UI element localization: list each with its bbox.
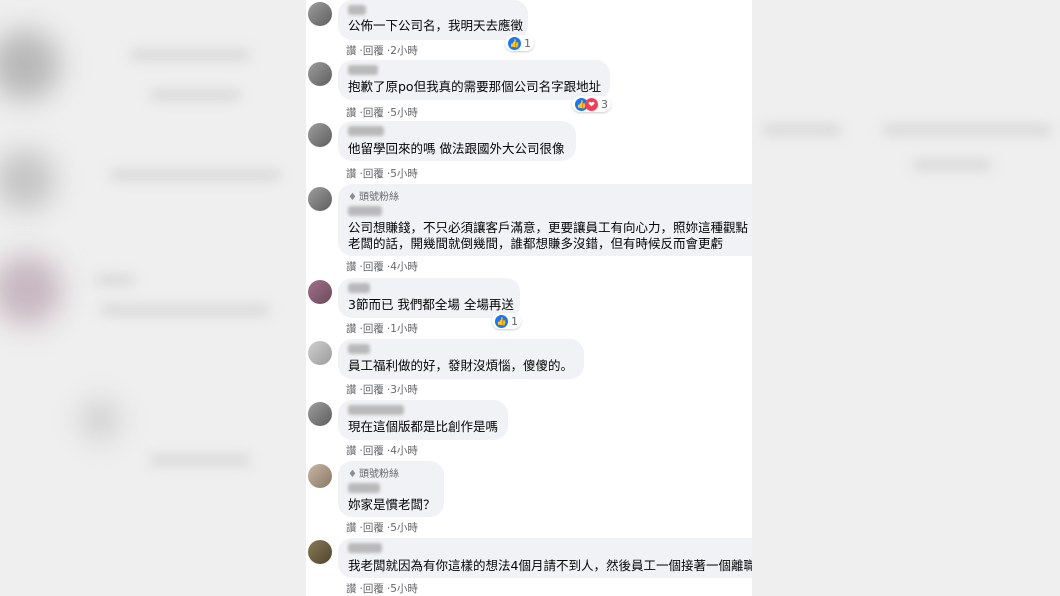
commenter-name-blurred[interactable] [348, 5, 366, 15]
comment-list: 公佈一下公司名，我明天去應徵 👍 1 讚 ·回覆 ·2小時 抱歉了原po但我真的需要… [306, 0, 752, 596]
comment-text: 妳家是慣老闆？ [348, 497, 436, 512]
comment-bubble: 他留學回來的嗎 做法跟國外大公司很像 [338, 121, 576, 161]
reply-link[interactable]: 回覆 [363, 384, 384, 396]
diamond-icon: ♦ [348, 469, 357, 480]
commenter-name-blurred[interactable] [348, 65, 378, 75]
top-fan-badge: ♦ 頭號粉絲 [348, 192, 399, 203]
comment-text: 公佈一下公司名，我明天去應徵 [348, 18, 524, 33]
avatar[interactable] [308, 464, 332, 488]
comment-actions: 讚 ·回覆 ·4小時 [346, 445, 418, 457]
comment-actions: 讚 ·回覆 ·1小時 [346, 323, 418, 335]
comment-actions: 讚 ·回覆 ·3小時 [346, 384, 418, 396]
reply-link[interactable]: 回覆 [363, 107, 384, 119]
comment-timestamp[interactable]: 5小時 [390, 107, 418, 119]
avatar[interactable] [308, 341, 332, 365]
avatar[interactable] [308, 62, 332, 86]
commenter-name-blurred[interactable] [348, 283, 370, 293]
reply-link[interactable]: 回覆 [363, 445, 384, 457]
reaction-badge[interactable]: 👍 ❤ 3 [572, 96, 611, 112]
commenter-name-blurred[interactable] [348, 206, 382, 216]
like-link[interactable]: 讚 [346, 45, 357, 57]
comment-text-line-2: 老闆的話，開幾間就倒幾間，誰都想賺多沒錯，但有時候反而會更虧 [348, 236, 724, 251]
commenter-name-blurred[interactable] [348, 483, 380, 493]
like-reaction-icon: 👍 [495, 314, 508, 328]
comment-timestamp[interactable]: 3小時 [390, 384, 418, 396]
commenter-name-blurred[interactable] [348, 126, 384, 136]
reply-link[interactable]: 回覆 [363, 261, 384, 273]
comment-bubble: 員工福利做的好，發財沒煩惱，傻傻的。 [338, 339, 584, 379]
comment-bubble: 我老闆就因為有你這樣的想法4個月請不到人，然後員工一個接著一個離職 [338, 538, 752, 578]
comment-actions: 讚 ·回覆 ·5小時 [346, 583, 418, 595]
like-link[interactable]: 讚 [346, 384, 357, 396]
reaction-badge[interactable]: 👍 1 [505, 35, 534, 51]
comment-actions: 讚 ·回覆 ·4小時 [346, 261, 418, 273]
comment-text: 3節而已 我們都全場 全場再送 [348, 297, 514, 312]
reply-link[interactable]: 回覆 [363, 583, 384, 595]
comment-timestamp[interactable]: 4小時 [390, 261, 418, 273]
avatar[interactable] [308, 540, 332, 564]
avatar[interactable] [308, 123, 332, 147]
comment-bubble: 抱歉了原po但我真的需要那個公司名字跟地址 [338, 60, 610, 100]
like-link[interactable]: 讚 [346, 323, 357, 335]
blurred-background-right [752, 0, 1060, 596]
comment-timestamp[interactable]: 5小時 [390, 168, 418, 180]
commenter-name-blurred[interactable] [348, 543, 382, 553]
commenter-name-blurred[interactable] [348, 344, 370, 354]
reaction-badge[interactable]: 👍 1 [492, 313, 521, 329]
reaction-count: 1 [524, 36, 531, 50]
top-fan-badge: ♦ 頭號粉絲 [348, 469, 399, 480]
comment-text: 現在這個版都是比創作是嗎 [348, 419, 499, 434]
reaction-count: 1 [511, 314, 518, 328]
reaction-count: 3 [601, 97, 608, 111]
comment-timestamp[interactable]: 4小時 [390, 445, 418, 457]
like-link[interactable]: 讚 [346, 445, 357, 457]
diamond-icon: ♦ [348, 192, 357, 203]
comment-timestamp[interactable]: 2小時 [390, 45, 418, 57]
blurred-background-left [0, 0, 306, 596]
like-link[interactable]: 讚 [346, 522, 357, 534]
comment-actions: 讚 ·回覆 ·5小時 [346, 522, 418, 534]
comment-actions: 讚 ·回覆 ·2小時 [346, 45, 418, 57]
reply-link[interactable]: 回覆 [363, 323, 384, 335]
comment-bubble: 公佈一下公司名，我明天去應徵 [338, 0, 528, 40]
reply-link[interactable]: 回覆 [363, 522, 384, 534]
commenter-name-blurred[interactable] [348, 405, 404, 415]
avatar[interactable] [308, 187, 332, 211]
comment-bubble: ♦ 頭號粉絲 妳家是慣老闆？ [338, 461, 444, 517]
comment-bubble: 現在這個版都是比創作是嗎 [338, 400, 508, 440]
comment-actions: 讚 ·回覆 ·5小時 [346, 168, 418, 180]
comment-actions: 讚 ·回覆 ·5小時 [346, 107, 418, 119]
like-link[interactable]: 讚 [346, 107, 357, 119]
comment-text: 我老闆就因為有你這樣的想法4個月請不到人，然後員工一個接著一個離職 [348, 558, 752, 573]
comment-bubble: 3節而已 我們都全場 全場再送 [338, 278, 520, 318]
like-link[interactable]: 讚 [346, 583, 357, 595]
comment-timestamp[interactable]: 1小時 [390, 323, 418, 335]
avatar[interactable] [308, 280, 332, 304]
like-link[interactable]: 讚 [346, 168, 357, 180]
like-reaction-icon: 👍 [508, 36, 521, 50]
comment-text: 抱歉了原po但我真的需要那個公司名字跟地址 [348, 79, 602, 94]
like-link[interactable]: 讚 [346, 261, 357, 273]
reply-link[interactable]: 回覆 [363, 168, 384, 180]
comment-text: 員工福利做的好，發財沒煩惱，傻傻的。 [348, 358, 574, 373]
comment-text: 他留學回來的嗎 做法跟國外大公司很像 [348, 141, 565, 156]
comment-timestamp[interactable]: 5小時 [390, 583, 418, 595]
reply-link[interactable]: 回覆 [363, 45, 384, 57]
avatar[interactable] [308, 402, 332, 426]
comment-timestamp[interactable]: 5小時 [390, 522, 418, 534]
comment-bubble: ♦ 頭號粉絲 公司想賺錢，不只必須讓客戶滿意，更要讓員工有向心力，照妳這種觀點 老… [338, 184, 752, 256]
love-reaction-icon: ❤ [585, 97, 598, 111]
avatar[interactable] [308, 2, 332, 26]
